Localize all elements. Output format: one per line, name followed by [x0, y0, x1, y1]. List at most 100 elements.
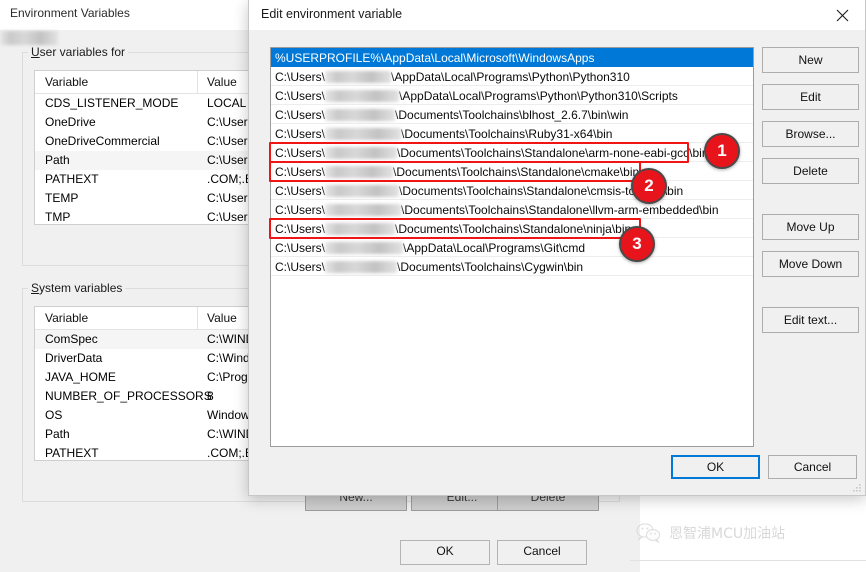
dialog-title: Edit environment variable: [261, 7, 403, 21]
edit-text-button[interactable]: Edit text...: [762, 307, 859, 333]
delete-button[interactable]: Delete: [762, 158, 859, 184]
list-item[interactable]: C:\Users\ \Documents\Toolchains\Standalon…: [271, 200, 753, 219]
path-entry-text: C:\Users\ \AppData\Local\Programs\Python\…: [275, 69, 630, 84]
username-blur-redaction: [325, 260, 398, 273]
variable-name: Path: [45, 153, 70, 167]
path-entry-text: C:\Users\ \AppData\Local\Programs\Git\cmd: [275, 240, 585, 255]
list-item[interactable]: C:\Users\ \AppData\Local\Programs\Git\cmd: [271, 238, 753, 257]
browse-button[interactable]: Browse...: [762, 121, 859, 147]
move-down-button[interactable]: Move Down: [762, 251, 859, 277]
ok-button[interactable]: OK: [671, 455, 760, 479]
list-item[interactable]: C:\Users\ \Documents\Toolchains\Standalon…: [271, 143, 753, 162]
username-blur-redaction: [0, 30, 58, 45]
user-variables-label: User variables for: [28, 45, 129, 59]
path-entry-text: C:\Users\ \Documents\Toolchains\Standalon…: [275, 183, 683, 198]
list-item[interactable]: C:\Users\ \AppData\Local\Programs\Python\…: [271, 67, 753, 86]
path-prefix: C:\Users\: [275, 202, 326, 217]
annotation-badge-2: 2: [631, 168, 667, 204]
username-blur-redaction: [325, 222, 396, 235]
column-header-value: Value: [207, 311, 237, 325]
variable-name: PATHEXT: [45, 172, 99, 186]
path-entry-text: C:\Users\ \Documents\Toolchains\Cygwin\bi…: [275, 259, 583, 274]
path-prefix: C:\Users\: [275, 240, 326, 255]
username-blur-redaction: [325, 146, 398, 159]
variable-name: JAVA_HOME: [45, 370, 116, 384]
path-prefix: C:\Users\: [275, 183, 326, 198]
watermark: 恩智浦MCU加油站: [636, 522, 785, 544]
list-item[interactable]: %USERPROFILE%\AppData\Local\Microsoft\Wi…: [271, 48, 753, 67]
path-entry-text: C:\Users\ \Documents\Toolchains\Standalon…: [275, 221, 631, 236]
username-blur-redaction: [325, 108, 396, 121]
username-blur-redaction: [325, 89, 400, 102]
username-blur-redaction: [325, 165, 394, 178]
variable-name: PATHEXT: [45, 446, 99, 460]
list-item[interactable]: C:\Users\ \Documents\Toolchains\Ruby31-x6…: [271, 124, 753, 143]
edit-button[interactable]: Edit: [762, 84, 859, 110]
move-up-button[interactable]: Move Up: [762, 214, 859, 240]
path-prefix: C:\Users\: [275, 259, 326, 274]
header-separator: [197, 307, 198, 329]
dialog-titlebar: Edit environment variable: [249, 0, 865, 30]
background-ok-button[interactable]: OK: [400, 540, 490, 565]
path-prefix: C:\Users\: [275, 107, 326, 122]
list-item[interactable]: C:\Users\ \AppData\Local\Programs\Python\…: [271, 86, 753, 105]
watermark-text: 恩智浦MCU加油站: [669, 526, 786, 542]
path-suffix: \Documents\Toolchains\Standalone\ninja\b…: [395, 221, 632, 236]
username-blur-redaction: [325, 127, 402, 140]
variable-name: TMP: [45, 210, 71, 224]
background-window-title: Environment Variables: [10, 6, 130, 20]
annotation-badge-3: 3: [619, 226, 655, 262]
username-blur-redaction: [325, 184, 400, 197]
variable-name: OneDrive: [45, 115, 96, 129]
system-variables-label: System variables: [28, 281, 126, 295]
cancel-button[interactable]: Cancel: [768, 455, 857, 479]
path-suffix: \Documents\Toolchains\Ruby31-x64\bin: [401, 126, 613, 141]
path-suffix: \AppData\Local\Programs\Python\Python310…: [399, 88, 678, 103]
path-entry-text: %USERPROFILE%\AppData\Local\Microsoft\Wi…: [275, 50, 594, 65]
variable-name: DriverData: [45, 351, 103, 365]
username-blur-redaction: [325, 70, 392, 83]
path-entry-text: C:\Users\ \AppData\Local\Programs\Python\…: [275, 88, 678, 103]
path-prefix: C:\Users\: [275, 164, 326, 179]
variable-value: 8: [207, 389, 214, 403]
header-separator: [197, 71, 198, 93]
path-prefix: %USERPROFILE%\AppData\Local\Microsoft\Wi…: [275, 50, 595, 65]
path-suffix: \AppData\Local\Programs\Git\cmd: [403, 240, 586, 255]
path-suffix: \Documents\Toolchains\Cygwin\bin: [397, 259, 584, 274]
path-suffix: \Documents\Toolchains\Standalone\arm-non…: [397, 145, 709, 160]
close-icon[interactable]: [820, 0, 865, 30]
username-blur-redaction: [325, 241, 404, 254]
list-item[interactable]: C:\Users\ \Documents\Toolchains\blhost_2.…: [271, 105, 753, 124]
watermark-divider: [630, 560, 866, 561]
variable-name: CDS_LISTENER_MODE: [45, 96, 179, 110]
list-item[interactable]: C:\Users\ \Documents\Toolchains\Standalon…: [271, 219, 753, 238]
path-entry-text: C:\Users\ \Documents\Toolchains\Standalon…: [275, 164, 639, 179]
variable-name: TEMP: [45, 191, 79, 205]
path-entry-text: C:\Users\ \Documents\Toolchains\Ruby31-x6…: [275, 126, 612, 141]
annotation-badge-1: 1: [704, 133, 740, 169]
column-header-variable: Variable: [45, 75, 89, 89]
path-entry-text: C:\Users\ \Documents\Toolchains\Standalon…: [275, 202, 719, 217]
path-suffix: \AppData\Local\Programs\Python\Python310: [391, 69, 630, 84]
list-item[interactable]: C:\Users\ \Documents\Toolchains\Standalon…: [271, 162, 753, 181]
path-entry-text: C:\Users\ \Documents\Toolchains\blhost_2.…: [275, 107, 628, 122]
column-header-variable: Variable: [45, 311, 89, 325]
path-entry-text: C:\Users\ \Documents\Toolchains\Standalon…: [275, 145, 709, 160]
wechat-icon: [636, 522, 662, 544]
background-cancel-button[interactable]: Cancel: [497, 540, 587, 565]
path-suffix: \Documents\Toolchains\Standalone\cmake\b…: [393, 164, 640, 179]
list-item[interactable]: C:\Users\ \Documents\Toolchains\Standalon…: [271, 181, 753, 200]
new-button[interactable]: New: [762, 47, 859, 73]
resize-grip[interactable]: [852, 482, 862, 492]
edit-environment-variable-dialog: Edit environment variable %USERPROFILE%\…: [248, 0, 866, 496]
variable-name: NUMBER_OF_PROCESSORS: [45, 389, 212, 403]
path-entries-list[interactable]: %USERPROFILE%\AppData\Local\Microsoft\Wi…: [270, 47, 754, 447]
list-item[interactable]: C:\Users\ \Documents\Toolchains\Cygwin\bi…: [271, 257, 753, 276]
variable-name: Path: [45, 427, 70, 441]
path-prefix: C:\Users\: [275, 69, 326, 84]
variable-name: OneDriveCommercial: [45, 134, 160, 148]
variable-name: ComSpec: [45, 332, 98, 346]
path-suffix: \Documents\Toolchains\blhost_2.6.7\bin\w…: [395, 107, 629, 122]
path-prefix: C:\Users\: [275, 221, 326, 236]
path-prefix: C:\Users\: [275, 88, 326, 103]
